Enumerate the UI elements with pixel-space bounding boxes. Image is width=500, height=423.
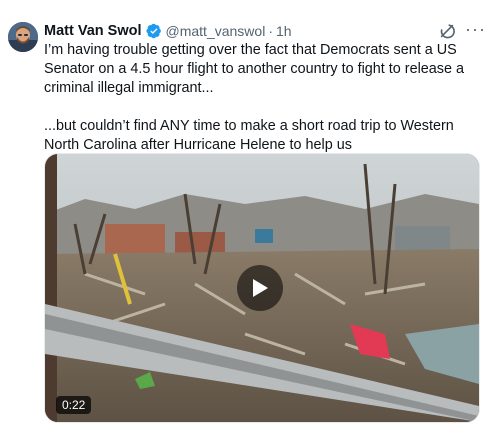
verified-badge-icon bbox=[145, 23, 161, 39]
more-icon[interactable]: ··· bbox=[465, 19, 486, 40]
tweet-paragraph-2: ...but couldn’t find ANY time to make a … bbox=[44, 118, 454, 153]
tweet[interactable]: Matt Van Swol @matt_vanswol · 1h ··· I’m… bbox=[0, 0, 500, 423]
play-icon bbox=[253, 279, 268, 297]
tweet-text: I’m having trouble getting over the fact… bbox=[44, 41, 492, 155]
avatar-image bbox=[8, 22, 38, 52]
tweet-paragraph-1: I’m having trouble getting over the fact… bbox=[44, 42, 464, 96]
tweet-time[interactable]: 1h bbox=[276, 23, 292, 39]
separator-dot: · bbox=[268, 23, 273, 39]
video-duration: 0:22 bbox=[56, 396, 92, 414]
author-handle[interactable]: @matt_vanswol bbox=[166, 23, 266, 39]
play-button[interactable] bbox=[237, 265, 283, 311]
tweet-header: Matt Van Swol @matt_vanswol · 1h ··· bbox=[44, 19, 490, 41]
author-name[interactable]: Matt Van Swol bbox=[44, 23, 142, 39]
avatar[interactable] bbox=[8, 22, 38, 52]
grok-icon[interactable] bbox=[438, 22, 456, 40]
